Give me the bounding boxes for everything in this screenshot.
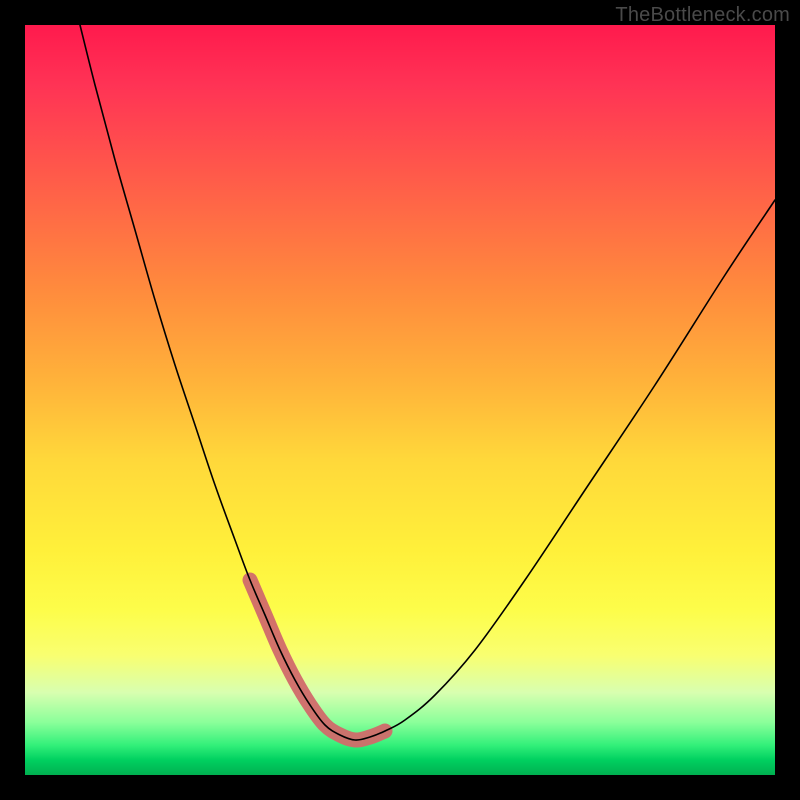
watermark-text: TheBottleneck.com: [615, 4, 790, 27]
chart-area: [25, 25, 775, 775]
bottleneck-curve: [80, 25, 775, 740]
bottleneck-plot: [25, 25, 775, 775]
